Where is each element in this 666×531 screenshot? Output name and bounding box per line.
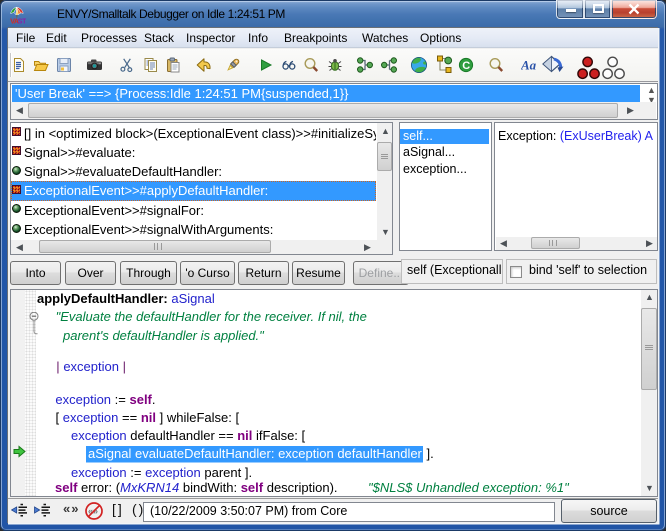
svg-text:ST: ST [18,18,26,25]
svg-text:C: C [462,60,470,72]
svg-text:Aa: Aa [521,58,537,73]
